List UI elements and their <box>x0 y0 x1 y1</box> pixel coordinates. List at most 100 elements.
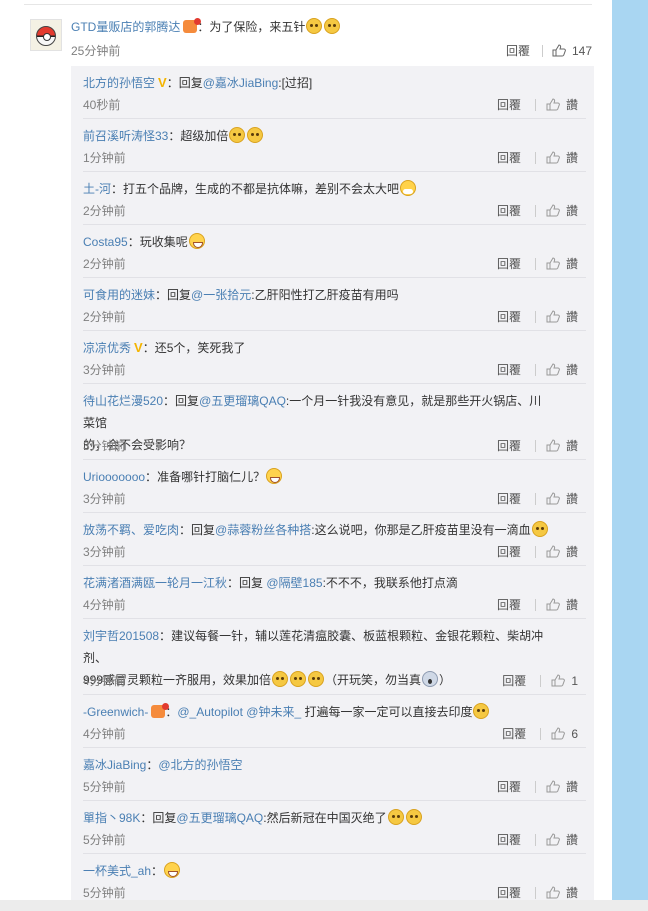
reply-mention[interactable]: @_Autopilot @钟未来_ <box>177 705 301 719</box>
reply-mention[interactable]: @蒜蓉粉丝各种搭 <box>215 523 311 537</box>
reply-time: 2分钟前 <box>83 310 126 324</box>
reply-button[interactable]: 回覆 <box>497 598 521 612</box>
reply-button[interactable]: 回覆 <box>506 44 530 58</box>
reply-mention[interactable]: @嘉冰JiaBing <box>203 76 279 90</box>
like-label[interactable]: 讚 <box>566 545 578 559</box>
thumb-up-icon[interactable] <box>546 98 560 111</box>
reply-author[interactable]: -Greenwich- <box>83 705 148 719</box>
reply-button[interactable]: 回覆 <box>497 886 521 900</box>
reply-button[interactable]: 回覆 <box>497 492 521 506</box>
like-label[interactable]: 讚 <box>566 310 578 324</box>
reply-button[interactable]: 回覆 <box>497 833 521 847</box>
thumb-up-icon[interactable] <box>551 727 566 740</box>
thumb-up-icon[interactable] <box>546 886 560 899</box>
like-label[interactable]: 讚 <box>566 151 578 165</box>
reply-body: Costa95：玩收集呢 <box>83 231 553 253</box>
reply-body: 前召溪听涛怪33：超级加倍 <box>83 125 553 147</box>
reply-button[interactable]: 回覆 <box>497 310 521 324</box>
page-background-right <box>612 0 648 900</box>
reply-author[interactable]: 凉凉优秀 <box>83 341 131 355</box>
reply-button[interactable]: 回覆 <box>497 545 521 559</box>
reply-mention[interactable]: @北方的孙悟空 <box>158 758 242 772</box>
like-label[interactable]: 讚 <box>566 257 578 271</box>
reply-colon: ： <box>146 758 159 772</box>
reply-button[interactable]: 回覆 <box>497 98 521 112</box>
reply-author[interactable]: 嘉冰JiaBing <box>83 758 146 772</box>
like-label[interactable]: 讚 <box>566 439 578 453</box>
thumb-up-icon[interactable] <box>551 674 566 687</box>
reply-item: -Greenwich- ：@_Autopilot @钟未来_ 打遍每一家一定可以直… <box>71 695 594 748</box>
reply-time: 2分钟前 <box>83 257 126 271</box>
reply-button[interactable]: 回覆 <box>497 439 521 453</box>
reply-text: 准备哪针打脑仁儿？ <box>157 470 266 484</box>
thumb-up-icon[interactable] <box>546 151 560 164</box>
reply-mention[interactable]: @五更瑠璃QAQ <box>176 811 263 825</box>
thumb-up-icon[interactable] <box>546 363 560 376</box>
reply-colon: ： <box>145 470 158 484</box>
like-label[interactable]: 讚 <box>566 598 578 612</box>
reply-text-extra: （开玩笑，勿当真 <box>325 673 422 687</box>
like-label[interactable]: 讚 <box>566 780 578 794</box>
thumb-up-icon[interactable] <box>546 257 560 270</box>
reply-button[interactable]: 回覆 <box>502 674 526 688</box>
thumb-up-icon[interactable] <box>546 833 560 846</box>
reply-colon: ： <box>227 576 240 590</box>
reply-mention[interactable]: @隔壁185 <box>266 576 322 590</box>
like-label[interactable]: 讚 <box>566 204 578 218</box>
reply-button[interactable]: 回覆 <box>497 363 521 377</box>
reply-author[interactable]: 土-河 <box>83 182 111 196</box>
thumb-up-icon[interactable] <box>546 545 560 558</box>
reply-author[interactable]: 放荡不羁、爱吃肉 <box>83 523 179 537</box>
reply-button[interactable]: 回覆 <box>497 204 521 218</box>
thumb-up-icon[interactable] <box>546 439 560 452</box>
reply-item: 放荡不羁、爱吃肉：回复@蒜蓉粉丝各种搭:这么说吧，你那是乙肝疫苗里没有一滴血 3分… <box>71 513 594 566</box>
like-label[interactable]: 讚 <box>566 833 578 847</box>
like-label[interactable]: 讚 <box>566 98 578 112</box>
reply-text: :然后新冠在中国灭绝了 <box>263 811 387 825</box>
reply-author[interactable]: 可食用的迷妹 <box>83 288 155 302</box>
reply-author[interactable]: 刘宇哲201508 <box>83 629 159 643</box>
like-label[interactable]: 讚 <box>566 886 578 900</box>
thumb-up-icon[interactable] <box>546 310 560 323</box>
reply-author[interactable]: 前召溪听涛怪33 <box>83 129 168 143</box>
reply-actions: 回覆 1 <box>502 672 578 689</box>
reply-item: 土-河：打五个品牌，生成的不都是抗体嘛，差别不会太大吧 2分钟前 回覆 讚 <box>71 172 594 225</box>
user-avatar[interactable] <box>30 19 62 51</box>
reply-mention[interactable]: @一张拾元 <box>191 288 251 302</box>
thumb-up-icon[interactable] <box>546 598 560 611</box>
thumb-up-icon[interactable] <box>546 204 560 217</box>
reply-actions: 回覆 讚 <box>497 596 578 613</box>
reply-actions: 回覆 讚 <box>497 361 578 378</box>
reply-time: 1分钟前 <box>83 151 126 165</box>
horizontal-scrollbar[interactable] <box>0 900 648 911</box>
reply-actions: 回覆 讚 <box>497 490 578 507</box>
like-label[interactable]: 1 <box>571 674 578 688</box>
reply-author[interactable]: 北方的孙悟空 <box>83 76 155 90</box>
reply-item: 刘宇哲201508：建议每餐一针，辅以莲花清瘟胶囊、板蓝根颗粒、金银花颗粒、柴胡… <box>71 619 594 695</box>
reply-mention[interactable]: @五更瑠璃QAQ <box>199 394 286 408</box>
cat-emoji-icon <box>229 127 246 143</box>
like-label[interactable]: 6 <box>571 727 578 741</box>
reply-button[interactable]: 回覆 <box>497 780 521 794</box>
reply-actions: 回覆 讚 <box>497 255 578 272</box>
like-label[interactable]: 讚 <box>566 492 578 506</box>
cat-emoji-icon <box>306 18 323 34</box>
reply-author[interactable]: Costa95 <box>83 235 128 249</box>
thumb-up-icon[interactable] <box>546 780 560 793</box>
reply-author[interactable]: 待山花烂漫520 <box>83 394 163 408</box>
like-label[interactable]: 讚 <box>566 363 578 377</box>
laugh-emoji-icon <box>164 862 181 878</box>
comment-author[interactable]: GTD量贩店的郭腾达 <box>71 20 180 34</box>
reply-author[interactable]: 花满渚酒满瓯一轮月一江秋 <box>83 576 227 590</box>
reply-button[interactable]: 回覆 <box>502 727 526 741</box>
reply-button[interactable]: 回覆 <box>497 257 521 271</box>
reply-author[interactable]: 單指丶98K <box>83 811 140 825</box>
reply-button[interactable]: 回覆 <box>497 151 521 165</box>
reply-author[interactable]: 一杯美式_ah <box>83 864 151 878</box>
thumb-up-icon[interactable] <box>546 492 560 505</box>
thumb-up-icon[interactable] <box>552 44 566 57</box>
reply-text-end: ） <box>439 673 452 687</box>
comment-text: 为了保险，来五针 <box>209 20 306 34</box>
reply-author[interactable]: Uriooooooo <box>83 470 145 484</box>
reply-text: :乙肝阳性打乙肝疫苗有用吗 <box>251 288 399 302</box>
